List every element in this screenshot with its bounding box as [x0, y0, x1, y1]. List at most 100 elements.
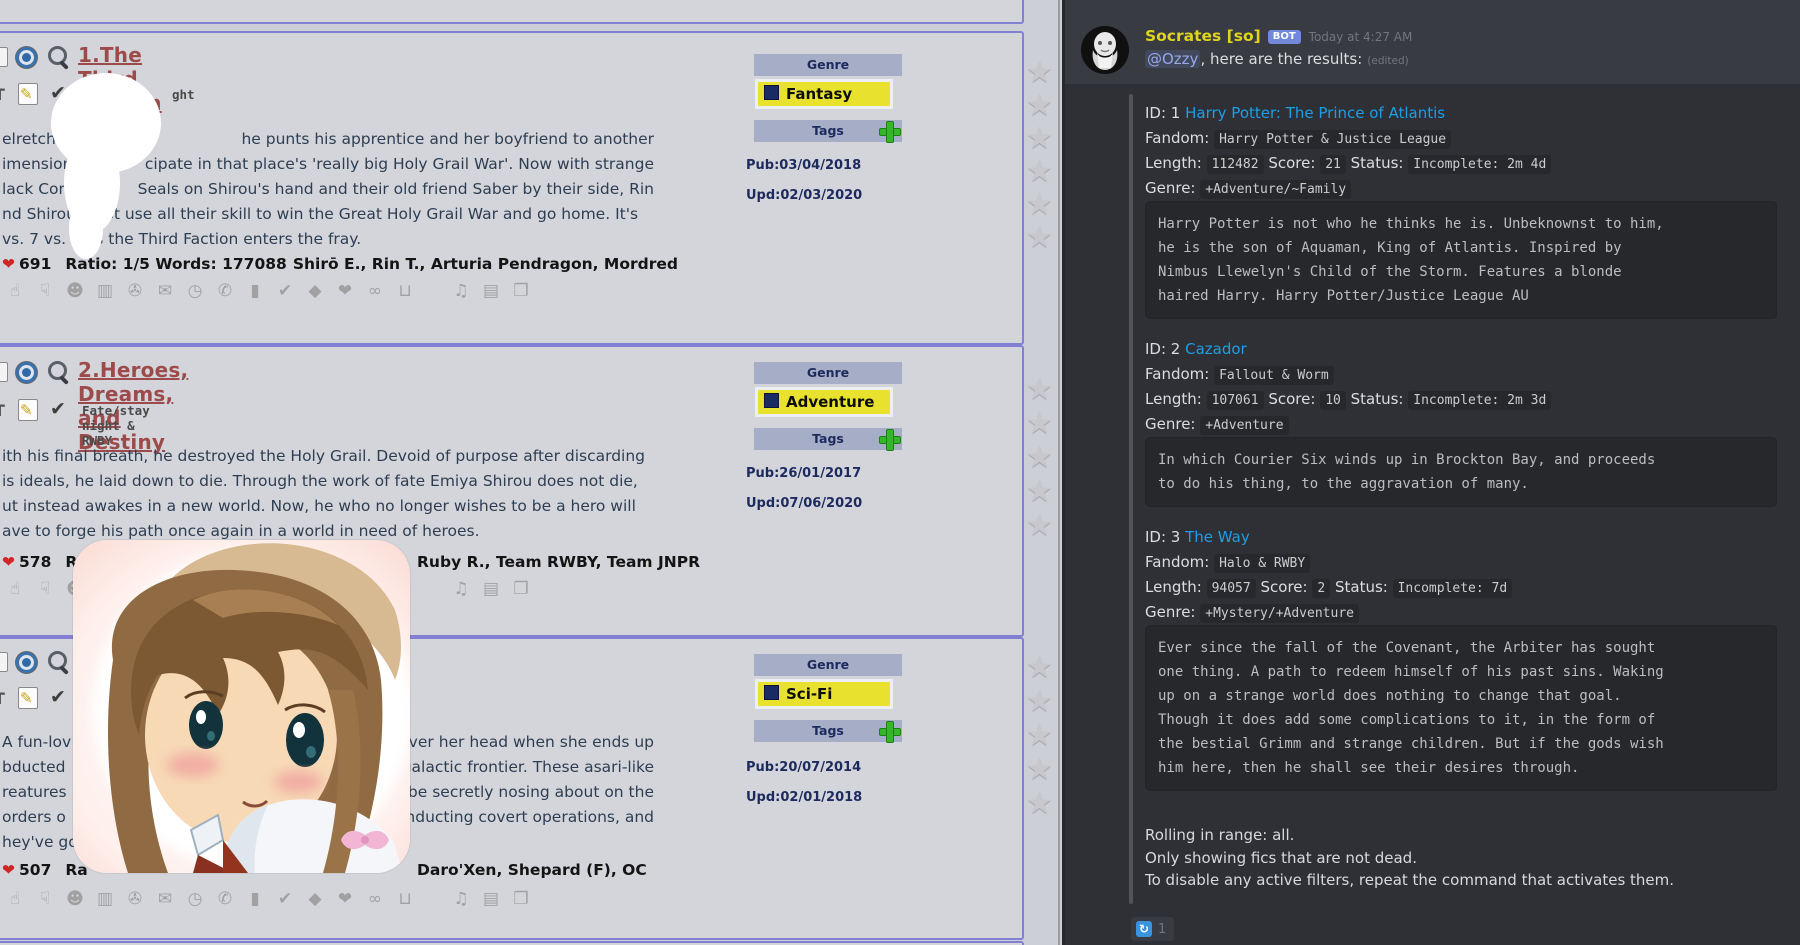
- heart-icon[interactable]: ❤: [330, 281, 360, 301]
- link-icon[interactable]: ∞: [360, 889, 390, 909]
- description-line: A fun-lov: [2, 733, 71, 751]
- add-tag-button[interactable]: [879, 121, 899, 141]
- genre-value[interactable]: Sci-Fi: [758, 682, 890, 706]
- trash-icon[interactable]: ▥: [90, 281, 120, 301]
- gem-icon[interactable]: ◆: [300, 281, 330, 301]
- page-icon[interactable]: [0, 47, 8, 67]
- magnet-icon[interactable]: ⊔: [390, 889, 420, 909]
- open-book-icon[interactable]: ❐: [506, 579, 536, 599]
- thumbs-up-icon[interactable]: ☝: [0, 579, 30, 599]
- target-icon[interactable]: [16, 362, 37, 383]
- bot-username[interactable]: Socrates [so]BOTToday at 4:27 AM: [1145, 27, 1412, 47]
- bell-icon[interactable]: ♫: [446, 889, 476, 909]
- thumbs-down-icon[interactable]: ☟: [30, 889, 60, 909]
- page-icon[interactable]: [0, 362, 8, 382]
- edit-note-icon[interactable]: [18, 687, 38, 709]
- hook-icon[interactable]: ✆: [210, 889, 240, 909]
- fandom-code: Fallout & Worm: [1214, 366, 1334, 385]
- magnet-icon[interactable]: ⊔: [390, 281, 420, 301]
- search-icon[interactable]: [48, 361, 67, 380]
- cutoff-glyph: T: [0, 689, 5, 708]
- bot-avatar[interactable]: [1081, 26, 1129, 74]
- story-cover-image[interactable]: [73, 540, 410, 873]
- clock-icon[interactable]: ◷: [180, 889, 210, 909]
- result-meta-row: Length: 94057 Score: 2 Status: Incomplet…: [1145, 578, 1795, 602]
- heart-icon[interactable]: ❤: [330, 889, 360, 909]
- genre-header: Genre: [754, 54, 902, 76]
- lock-icon[interactable]: ✇: [120, 281, 150, 301]
- lock-icon[interactable]: ✇: [120, 889, 150, 909]
- summary-code-block: Ever since the fall of the Covenant, the…: [1145, 625, 1777, 791]
- bell-icon[interactable]: ♫: [446, 281, 476, 301]
- comment-icon[interactable]: ✉: [150, 281, 180, 301]
- add-tag-button[interactable]: [879, 721, 899, 741]
- page-icon[interactable]: [0, 652, 8, 672]
- updated-date: Upd:02/01/2018: [746, 790, 862, 805]
- likes-heart-icon: ❤: [2, 861, 15, 879]
- reroll-reaction[interactable]: ↻ 1: [1131, 917, 1174, 941]
- edit-note-icon[interactable]: [18, 83, 38, 105]
- published-date: Pub:03/04/2018: [746, 158, 861, 173]
- bell-icon[interactable]: ♫: [446, 579, 476, 599]
- search-icon[interactable]: [48, 651, 67, 670]
- description-line: reatures: [2, 783, 67, 801]
- cutoff-glyph: T: [0, 401, 5, 420]
- description-line: ave to forge his path once again in a wo…: [2, 522, 480, 540]
- target-icon[interactable]: [16, 652, 37, 673]
- check-icon[interactable]: ✔: [50, 398, 66, 420]
- genre-value[interactable]: Adventure: [758, 390, 890, 414]
- comment-icon[interactable]: ✉: [150, 889, 180, 909]
- thumbs-up-icon[interactable]: ☝: [0, 889, 30, 909]
- link-icon[interactable]: ∞: [360, 281, 390, 301]
- panel-divider-line: [1058, 0, 1060, 945]
- cutoff-icon-row: ▪ ▫ ▪ ▫ ▪ ▫ ▪ ▫ ▪ ▫ ▪ ▫ ▪ ▫ ▪: [8, 0, 604, 3]
- thumbs-up-icon[interactable]: ☝: [0, 281, 30, 301]
- open-book-icon[interactable]: ❐: [506, 889, 536, 909]
- fandom-code: Halo & RWBY: [1214, 554, 1310, 573]
- genre-square-icon: [764, 685, 779, 700]
- genre-header: Genre: [754, 654, 902, 676]
- result-id-row: ID: 1 Harry Potter: The Prince of Atlant…: [1145, 104, 1795, 128]
- panel-divider: [1020, 0, 1058, 945]
- ghost-icon[interactable]: ☻: [60, 889, 90, 909]
- check-icon[interactable]: ✔: [50, 686, 66, 708]
- user-mention[interactable]: @Ozzy: [1145, 50, 1200, 68]
- description-line: hey've go: [2, 833, 78, 851]
- story-card-partial-top: ▪ ▫ ▪ ▫ ▪ ▫ ▪ ▫ ▪ ▫ ▪ ▫ ▪ ▫ ▪: [0, 0, 1024, 24]
- published-date: Pub:26/01/2017: [746, 466, 861, 481]
- description-line: orders o: [2, 808, 66, 826]
- check-mark-icon[interactable]: ✔: [270, 889, 300, 909]
- ghost-icon[interactable]: ☻: [60, 281, 90, 301]
- thumbs-down-icon[interactable]: ☟: [30, 281, 60, 301]
- fic-title-link[interactable]: Harry Potter: The Prince of Atlantis: [1185, 104, 1445, 122]
- fic-title-link[interactable]: The Way: [1185, 528, 1250, 546]
- search-icon[interactable]: [48, 46, 67, 65]
- notes-icon[interactable]: ▤: [476, 281, 506, 301]
- target-icon[interactable]: [16, 47, 37, 68]
- tags-header: Tags: [754, 120, 902, 142]
- book-icon[interactable]: ▮: [240, 281, 270, 301]
- book-icon[interactable]: ▮: [240, 889, 270, 909]
- notes-icon[interactable]: ▤: [476, 889, 506, 909]
- trash-icon[interactable]: ▥: [90, 889, 120, 909]
- tags-header: Tags: [754, 720, 902, 742]
- add-tag-button[interactable]: [879, 429, 899, 449]
- description-line: is ideals, he laid down to die. Through …: [2, 472, 638, 490]
- notes-icon[interactable]: ▤: [476, 579, 506, 599]
- hook-icon[interactable]: ✆: [210, 281, 240, 301]
- summary-code-block: In which Courier Six winds up in Brockto…: [1145, 437, 1777, 507]
- clock-icon[interactable]: ◷: [180, 281, 210, 301]
- genre-value[interactable]: Fantasy: [758, 82, 890, 106]
- fic-title-link[interactable]: Cazador: [1185, 340, 1247, 358]
- gem-icon[interactable]: ◆: [300, 889, 330, 909]
- edit-note-icon[interactable]: [18, 399, 38, 421]
- open-book-icon[interactable]: ❐: [506, 281, 536, 301]
- check-mark-icon[interactable]: ✔: [270, 281, 300, 301]
- description-line: ut instead awakes in a new world. Now, h…: [2, 497, 636, 515]
- result-genre-row: Genre: +Adventure/~Family: [1145, 179, 1795, 203]
- characters-list: Shirō E., Rin T., Arturia Pendragon, Mor…: [293, 255, 678, 273]
- result-genre-row: Genre: +Mystery/+Adventure: [1145, 603, 1795, 627]
- thumbs-down-icon[interactable]: ☟: [30, 579, 60, 599]
- result-fandom-row: Fandom: Fallout & Worm: [1145, 365, 1795, 389]
- updated-date: Upd:02/03/2020: [746, 188, 862, 203]
